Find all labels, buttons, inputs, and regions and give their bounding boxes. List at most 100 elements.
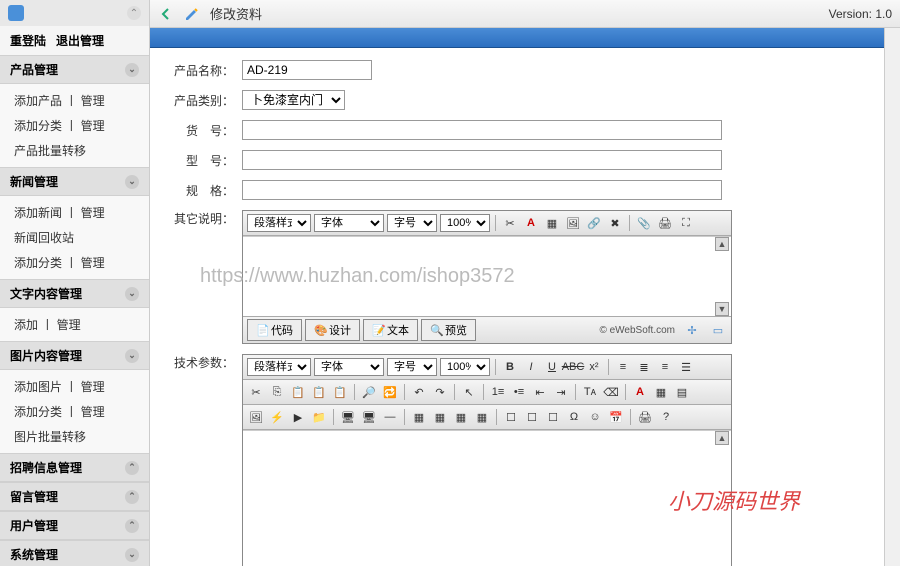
item-no-input[interactable] xyxy=(242,120,722,140)
tab-preview[interactable]: 🔍预览 xyxy=(421,319,476,341)
print-icon[interactable]: 🖨 xyxy=(656,214,674,232)
text-color-icon[interactable]: Tᴀ xyxy=(581,383,599,401)
table-icon[interactable]: ▦ xyxy=(410,408,428,426)
scroll-up-icon[interactable]: ▲ xyxy=(715,237,729,251)
menu-item-3-0[interactable]: 添加图片 丨 管理 xyxy=(0,374,149,399)
link-icon[interactable]: 🔗 xyxy=(585,214,603,232)
chevron-down-icon[interactable]: ⌄ xyxy=(125,349,139,363)
align-right-icon[interactable]: ≡ xyxy=(656,358,674,376)
find-icon[interactable]: 🔎 xyxy=(360,383,378,401)
chevron-up-icon[interactable]: ⌃ xyxy=(125,461,139,475)
menu-item-0-2[interactable]: 产品批量转移 xyxy=(0,138,149,163)
menu-header-5[interactable]: 留言管理⌃ xyxy=(0,482,149,511)
image-icon[interactable]: 🖼 xyxy=(564,214,582,232)
screen-icon[interactable]: 🖥 xyxy=(339,408,357,426)
italic-icon[interactable]: I xyxy=(522,358,540,376)
editor-body-1[interactable]: ▲ ▼ xyxy=(243,236,731,316)
undo-icon[interactable]: ↶ xyxy=(410,383,428,401)
form3-icon[interactable]: ☐ xyxy=(544,408,562,426)
copy-icon[interactable]: ⎘ xyxy=(268,383,286,401)
logout-link[interactable]: 退出管理 xyxy=(56,34,104,48)
product-name-input[interactable] xyxy=(242,60,372,80)
menu-item-3-1[interactable]: 添加分类 丨 管理 xyxy=(0,399,149,424)
menu-header-2[interactable]: 文字内容管理⌄ xyxy=(0,279,149,308)
chevron-up-icon[interactable]: ⌃ xyxy=(125,490,139,504)
model-input[interactable] xyxy=(242,150,722,170)
menu-header-6[interactable]: 用户管理⌃ xyxy=(0,511,149,540)
underline-icon[interactable]: U xyxy=(543,358,561,376)
menu-item-3-2[interactable]: 图片批量转移 xyxy=(0,424,149,449)
zoom-select[interactable]: 100% xyxy=(440,214,490,232)
chevron-down-icon[interactable]: ⌄ xyxy=(125,548,139,562)
bg-color-icon[interactable]: ▦ xyxy=(543,214,561,232)
file-icon[interactable]: 📁 xyxy=(310,408,328,426)
para-style-select[interactable]: 段落样式 xyxy=(247,214,311,232)
font-select-2[interactable]: 字体 xyxy=(314,358,384,376)
align-center-icon[interactable]: ≣ xyxy=(635,358,653,376)
font-select[interactable]: 字体 xyxy=(314,214,384,232)
paste-word-icon[interactable]: 📋 xyxy=(331,383,349,401)
spec-input[interactable] xyxy=(242,180,722,200)
table4-icon[interactable]: ▦ xyxy=(473,408,491,426)
menu-item-1-2[interactable]: 添加分类 丨 管理 xyxy=(0,250,149,275)
tab-code[interactable]: 📄代码 xyxy=(247,319,302,341)
bgfill-icon[interactable]: ▤ xyxy=(673,383,691,401)
category-select[interactable]: 卜免漆室内门 xyxy=(242,90,345,110)
font-color-icon[interactable]: A xyxy=(522,214,540,232)
replace-icon[interactable]: 🔁 xyxy=(381,383,399,401)
help-icon[interactable]: ? xyxy=(657,408,675,426)
date-icon[interactable]: 📅 xyxy=(607,408,625,426)
screen2-icon[interactable]: 🖥 xyxy=(360,408,378,426)
editor-body-2[interactable]: ▲ xyxy=(243,430,731,566)
menu-header-4[interactable]: 招聘信息管理⌃ xyxy=(0,453,149,482)
menu-item-2-0[interactable]: 添加 丨 管理 xyxy=(0,312,149,337)
tab-design[interactable]: 🎨设计 xyxy=(305,319,360,341)
remove-format-icon[interactable]: ⌫ xyxy=(602,383,620,401)
back-icon[interactable] xyxy=(158,6,174,22)
scroll-down-icon[interactable]: ▼ xyxy=(715,302,729,316)
attach-icon[interactable]: 📎 xyxy=(635,214,653,232)
paste-text-icon[interactable]: 📋 xyxy=(310,383,328,401)
edit-profile-icon[interactable] xyxy=(184,6,200,22)
pointer-icon[interactable]: ↖ xyxy=(460,383,478,401)
indent-icon[interactable]: ⇥ xyxy=(552,383,570,401)
zoom-select-2[interactable]: 100% xyxy=(440,358,490,376)
chevron-up-icon[interactable]: ⌃ xyxy=(125,519,139,533)
align-left-icon[interactable]: ≡ xyxy=(614,358,632,376)
flash-icon[interactable]: ⚡ xyxy=(268,408,286,426)
menu-item-0-0[interactable]: 添加产品 丨 管理 xyxy=(0,88,149,113)
fullscreen-icon[interactable]: ⛶ xyxy=(677,214,695,232)
menu-header-3[interactable]: 图片内容管理⌄ xyxy=(0,341,149,370)
tab-text[interactable]: 📝文本 xyxy=(363,319,418,341)
chevron-down-icon[interactable]: ⌄ xyxy=(125,287,139,301)
chars-icon[interactable]: Ω xyxy=(565,408,583,426)
chevron-down-icon[interactable]: ⌄ xyxy=(125,175,139,189)
collapse-icon[interactable]: ⌃ xyxy=(127,6,141,20)
hr-icon[interactable]: — xyxy=(381,408,399,426)
collapse-editor-icon[interactable]: ▭ xyxy=(709,321,727,339)
strike-icon[interactable]: ABC xyxy=(564,358,582,376)
menu-item-0-1[interactable]: 添加分类 丨 管理 xyxy=(0,113,149,138)
emoji-icon[interactable]: ☺ xyxy=(586,408,604,426)
table2-icon[interactable]: ▦ xyxy=(431,408,449,426)
menu-header-0[interactable]: 产品管理⌄ xyxy=(0,55,149,84)
chevron-down-icon[interactable]: ⌄ xyxy=(125,63,139,77)
paste-icon[interactable]: 📋 xyxy=(289,383,307,401)
menu-item-1-0[interactable]: 添加新闻 丨 管理 xyxy=(0,200,149,225)
menu-header-1[interactable]: 新闻管理⌄ xyxy=(0,167,149,196)
expand-icon[interactable]: ✢ xyxy=(683,321,701,339)
print-icon-2[interactable]: 🖨 xyxy=(636,408,654,426)
table3-icon[interactable]: ▦ xyxy=(452,408,470,426)
highlight-icon[interactable]: ▦ xyxy=(652,383,670,401)
cut-icon[interactable]: ✂ xyxy=(501,214,519,232)
menu-header-7[interactable]: 系统管理⌄ xyxy=(0,540,149,566)
bold-icon[interactable]: B xyxy=(501,358,519,376)
ol-icon[interactable]: 1≡ xyxy=(489,383,507,401)
outdent-icon[interactable]: ⇤ xyxy=(531,383,549,401)
tool-icon[interactable]: ✖ xyxy=(606,214,624,232)
main-scrollbar[interactable] xyxy=(884,28,900,566)
ul-icon[interactable]: •≡ xyxy=(510,383,528,401)
redo-icon[interactable]: ↷ xyxy=(431,383,449,401)
super-icon[interactable]: x² xyxy=(585,358,603,376)
cut-icon-2[interactable]: ✂ xyxy=(247,383,265,401)
